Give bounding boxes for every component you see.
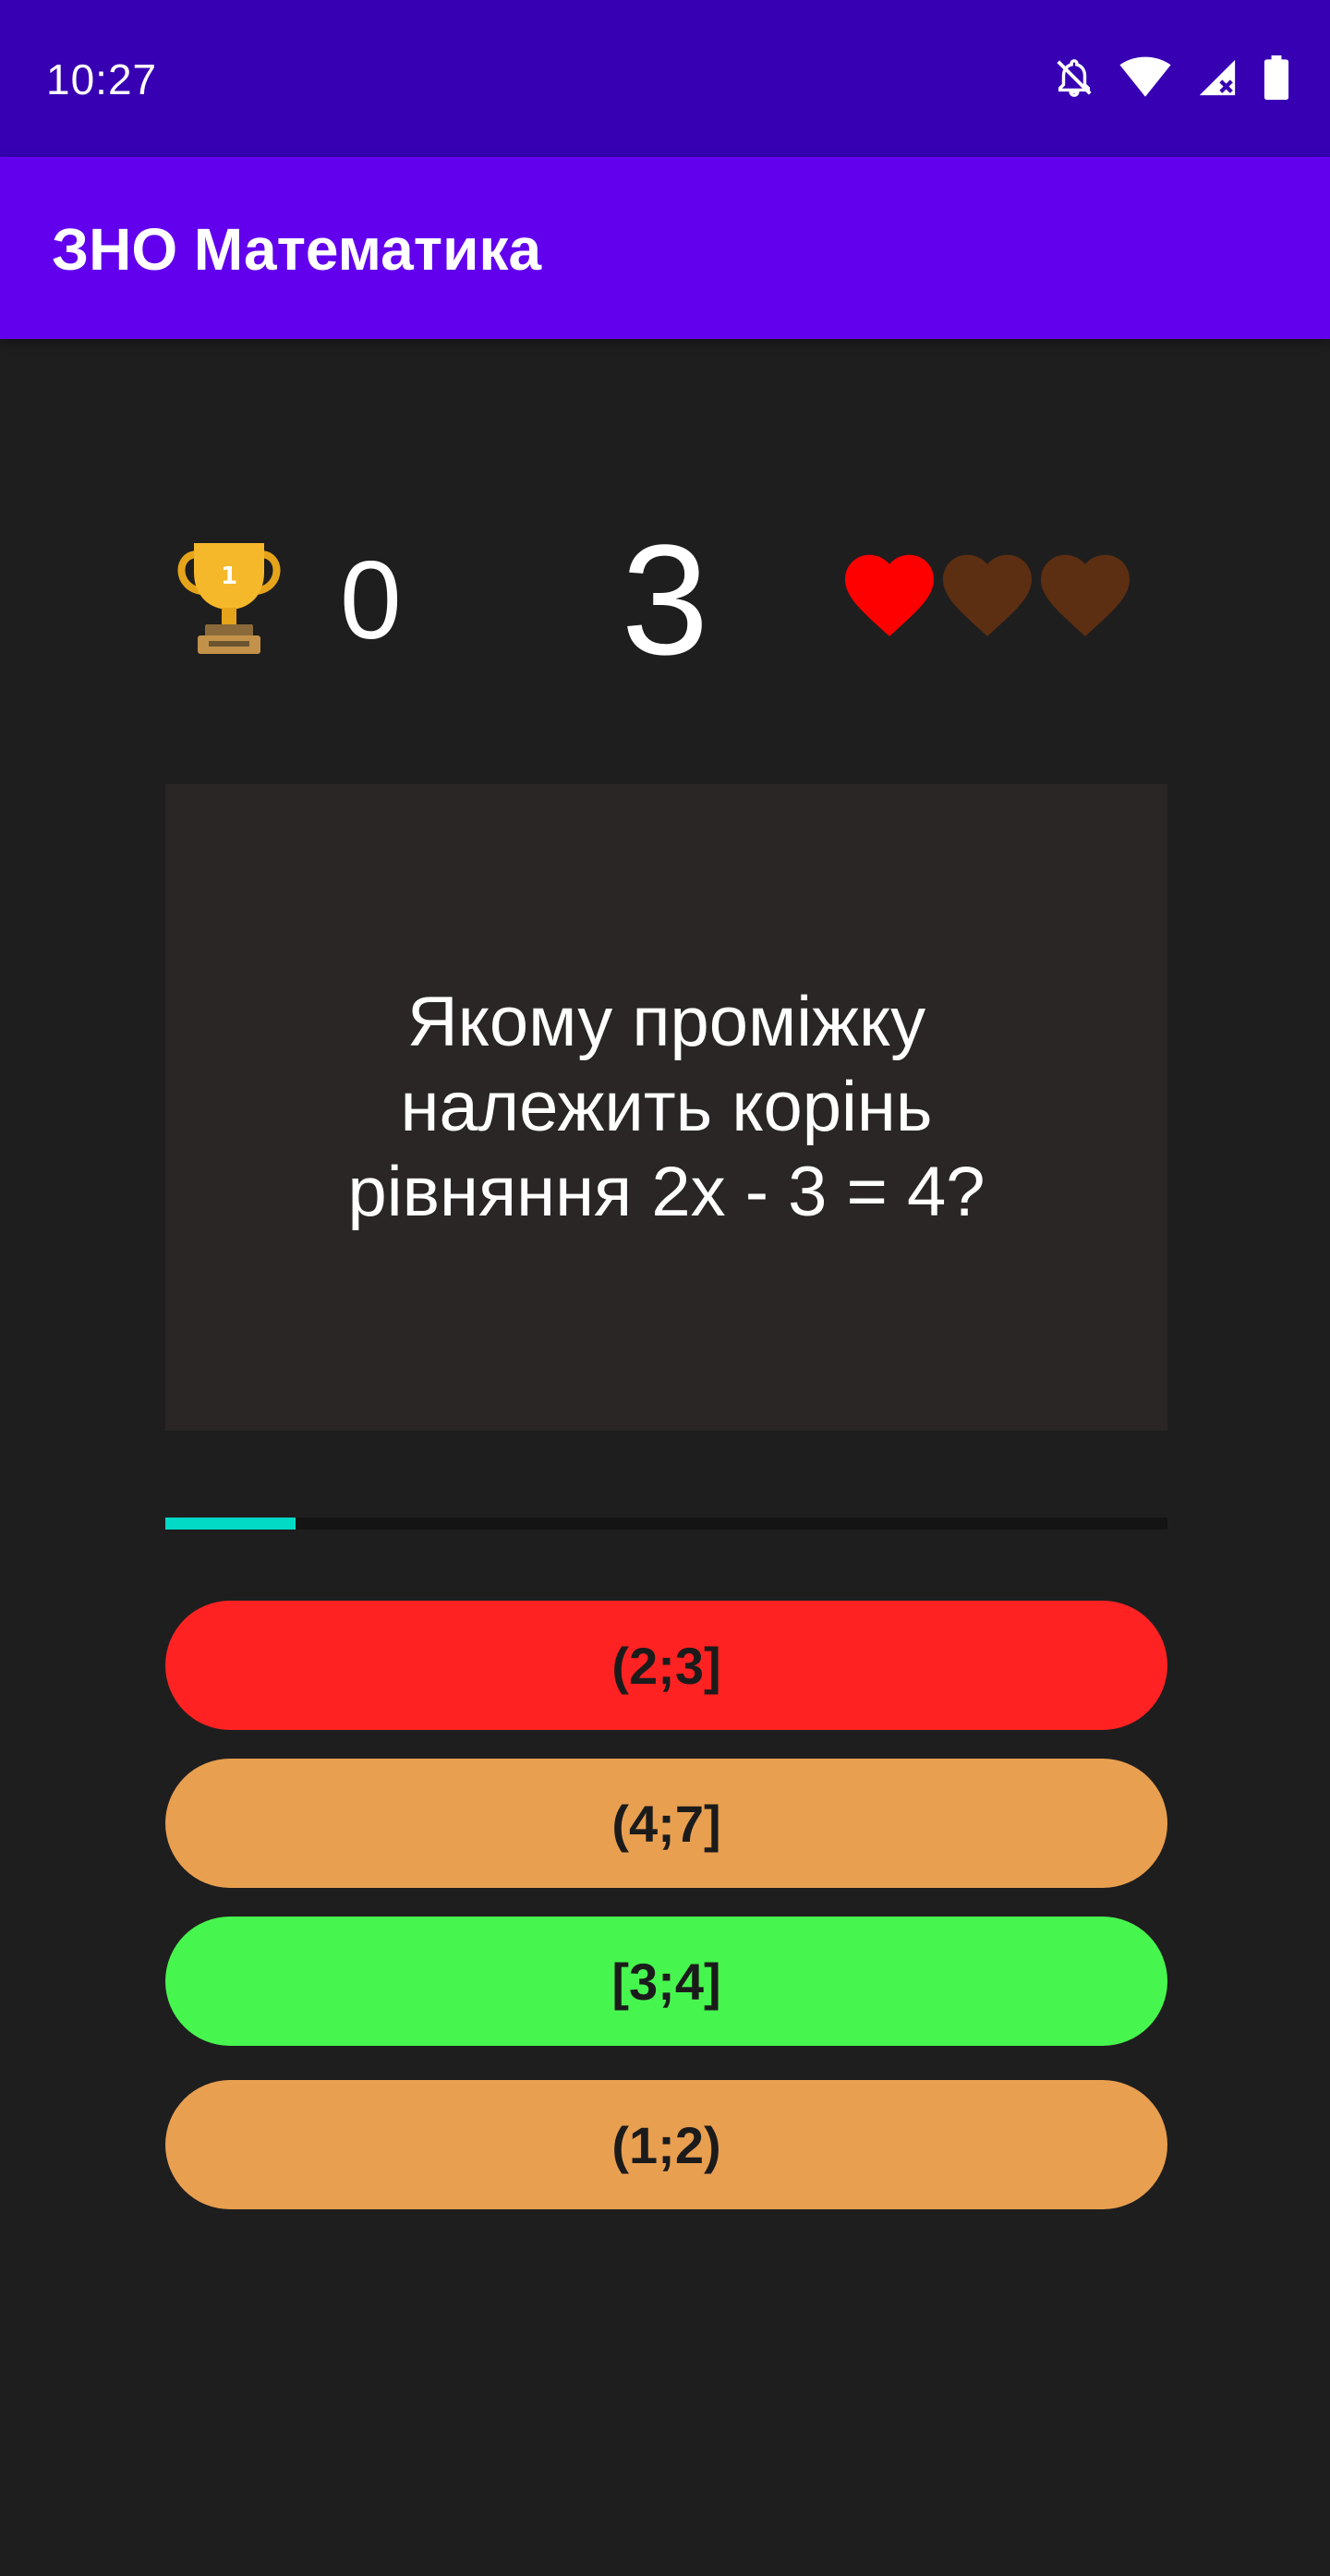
score-value: 0 [340,538,402,662]
question-counter: 3 [621,513,709,688]
progress-bar-fill [165,1518,296,1530]
heart-full-icon [842,550,937,644]
status-icons [1053,50,1289,109]
status-time: 10:27 [46,55,158,103]
heart-lost-icon [940,550,1034,644]
question-card: Якому проміжку належить корінь рівняння … [165,784,1167,1431]
app-title: ЗНО Математика [52,216,542,283]
answer-button-2[interactable]: (4;7] [165,1759,1167,1888]
lives-hearts [842,550,1132,644]
trophy-icon: 1 [172,536,286,658]
answer-button-4[interactable]: (1;2) [165,2080,1167,2209]
signal-no-data-icon [1195,56,1239,103]
question-text: Якому проміжку належить корінь рівняння … [347,983,985,1231]
score-row: 1 0 3 [0,517,1330,683]
app-bar: ЗНО Математика [0,157,1330,339]
wifi-icon [1119,56,1171,103]
answer-button-3[interactable]: [3;4] [165,1917,1167,2046]
progress-bar [165,1518,1167,1530]
answer-button-1[interactable]: (2;3] [165,1601,1167,1730]
notifications-off-icon [1053,54,1095,106]
heart-lost-icon [1038,550,1132,644]
status-bar: 10:27 [0,0,1330,157]
svg-text:1: 1 [221,562,237,590]
battery-icon [1264,54,1289,104]
